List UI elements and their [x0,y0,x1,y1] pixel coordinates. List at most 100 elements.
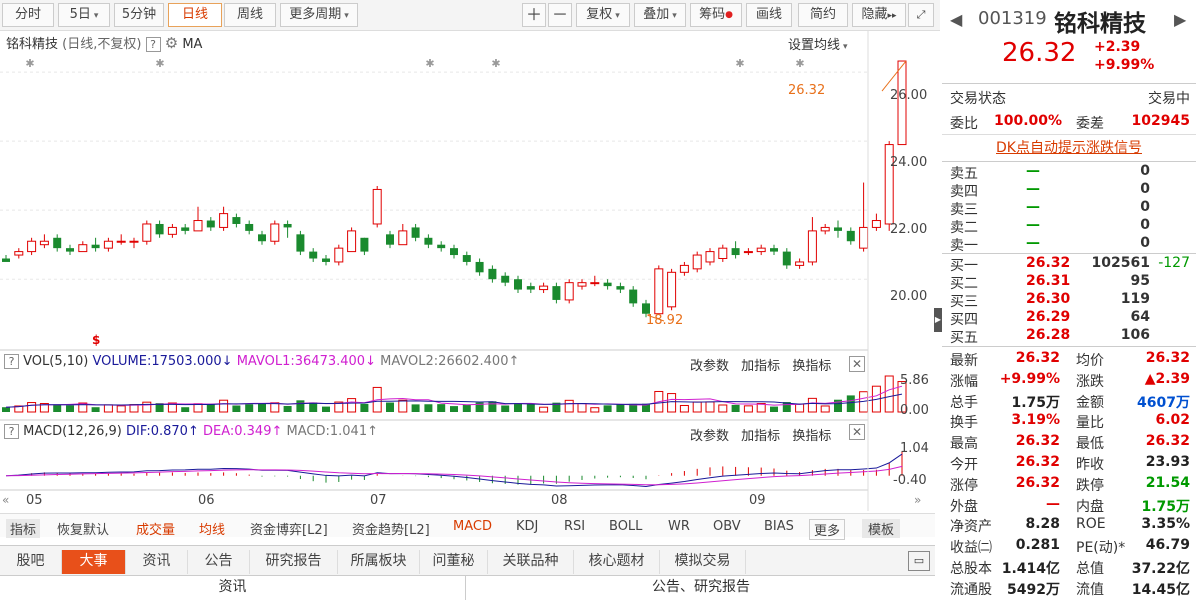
macd-help-icon[interactable]: ? [4,424,19,439]
add-indicator-button[interactable]: 加指标 [741,429,780,444]
tab-volume[interactable]: 成交量 [136,519,175,538]
zoom-in-button[interactable]: ＋ [522,3,546,27]
tab-rsi[interactable]: RSI [564,519,585,534]
stat-label: 跌停 [1076,477,1104,494]
collapse-panel-handle[interactable]: ▶ [934,308,942,332]
tab-restore-default[interactable]: 恢复默认 [57,519,109,538]
panel-toggle-icon[interactable]: ▭ [908,551,930,571]
scroll-right-icon[interactable]: » [914,493,921,507]
draw-button[interactable]: 画线 [746,3,792,27]
vol-indicator-name: VOL(5,10) [23,354,89,369]
tab-5min[interactable]: 5分钟 [114,3,164,27]
close-vol-panel-icon[interactable]: ✕ [849,356,865,372]
candle-body [577,282,587,287]
candle-body [782,251,791,266]
candle-body [411,227,420,238]
tab-research[interactable]: 研究报告 [250,550,338,574]
stat-row: 净资产 8.28 ROE 3.35% [950,516,1190,535]
candle-body [347,230,357,253]
tab-macd[interactable]: MACD [453,519,492,534]
volume-bar [731,404,740,412]
dividend-marker-icon[interactable]: $ [92,333,100,347]
tab-simulated-trading[interactable]: 模拟交易 [660,550,746,574]
tab-more[interactable]: 更多 [809,519,846,540]
stat-label: 总手 [950,394,978,411]
next-stock-icon[interactable]: ▶ [1174,10,1186,29]
change-params-button[interactable]: 改参数 [690,359,729,374]
sell-order-volume: 0 [1140,163,1150,179]
adjust-dropdown[interactable]: 复权 ▾ [576,3,630,27]
candle-body [450,248,458,256]
close-macd-panel-icon[interactable]: ✕ [849,424,865,440]
more-periods-dropdown[interactable]: 更多周期 ▾ [280,3,358,27]
candle-body [283,223,292,228]
tab-announcements[interactable]: 公告 [188,550,250,574]
fullscreen-button[interactable]: ⤢ [908,3,934,27]
tab-daily[interactable]: 日线 [168,3,222,27]
stat-value: 1.75万 [1141,498,1190,515]
buy-order-label: 买四 [950,312,978,328]
tab-wr[interactable]: WR [668,519,690,534]
tab-core-topics[interactable]: 核心题材 [574,550,660,574]
tab-kdj[interactable]: KDJ [516,519,538,534]
candle-body [743,251,753,254]
tab-sectors[interactable]: 所属板块 [338,550,420,574]
stat-label: 内盘 [1076,498,1104,515]
volume-bar [807,397,817,413]
simple-button[interactable]: 简约 [798,3,848,27]
stat-label: 涨跌 [1076,373,1104,390]
overlay-dropdown[interactable]: 叠加 ▾ [634,3,686,27]
tab-events[interactable]: 大事 [62,550,126,574]
tab-ma[interactable]: 均线 [199,519,225,538]
prev-stock-icon[interactable]: ◀ [950,10,962,29]
tab-fund-trend[interactable]: 资金趋势[L2] [352,519,430,538]
tab-news[interactable]: 资讯 [126,550,188,574]
quote-panel: ◀ 001319 铭科精技 ▶ 26.32 +2.39 +9.99% 交易状态 … [942,0,1196,600]
tab-bias[interactable]: BIAS [764,519,794,534]
candle-body [386,234,394,245]
scroll-left-icon[interactable]: « [2,493,9,507]
volume-bar [718,404,728,413]
tab-obv[interactable]: OBV [713,519,741,534]
stat-value: 1.414亿 [1001,561,1060,577]
event-marker-icon: ✱ [491,57,500,70]
tab-template[interactable]: 模板 [862,519,901,538]
tab-related[interactable]: 关联品种 [488,550,574,574]
volume-bar [450,406,458,412]
candle-body [398,230,408,246]
candle-body [590,282,600,285]
tab-fund-game[interactable]: 资金博弈[L2] [250,519,328,538]
x-label: 09 [749,493,766,508]
buy-order-row: 买二 26.31 95 [950,273,1190,292]
switch-indicator-button[interactable]: 换指标 [792,429,831,444]
stock-code: 001319 [978,8,1047,29]
vol-help-icon[interactable]: ? [4,354,19,369]
change-params-button[interactable]: 改参数 [690,429,729,444]
candle-body [514,279,522,290]
stat-value: 3.19% [1011,412,1060,429]
candle-body [718,247,728,259]
candle-body [629,289,638,304]
buy-order-price: 26.31 [1026,273,1071,289]
volume-bar [692,401,702,413]
hide-button[interactable]: 隐藏▸▸ [852,3,906,27]
candle-body [39,240,49,246]
chips-button[interactable]: 筹码● [690,3,742,27]
volume-bar [770,406,778,412]
switch-indicator-button[interactable]: 换指标 [792,359,831,374]
dk-signal-link[interactable]: DK点自动提示涨跌信号 [942,134,1196,162]
volume-bar [181,407,190,412]
tab-weekly[interactable]: 周线 [224,3,276,27]
candle-body [129,240,139,243]
tab-5day[interactable]: 5日 ▾ [58,3,110,27]
volume-bar [667,393,677,413]
tab-ask-secretary[interactable]: 问董秘 [420,550,488,574]
zoom-out-button[interactable]: － [548,3,572,27]
stat-label: ROE [1076,516,1106,533]
add-indicator-button[interactable]: 加指标 [741,359,780,374]
stat-value: 14.45亿 [1131,581,1190,598]
tab-guba[interactable]: 股吧 [0,550,62,574]
tab-intraday[interactable]: 分时 [2,3,54,27]
tab-boll[interactable]: BOLL [609,519,642,534]
tab-indicators[interactable]: 指标 [6,519,41,538]
